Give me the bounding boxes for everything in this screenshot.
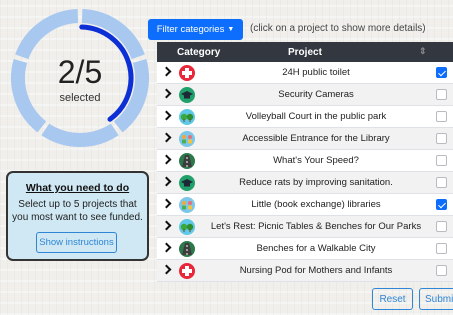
chevron-right-icon[interactable] — [161, 110, 172, 121]
chevron-right-icon[interactable] — [161, 198, 172, 209]
parks-trees-icon — [179, 109, 195, 125]
chevron-right-icon[interactable] — [161, 264, 172, 275]
instructions-title: What you need to do — [25, 182, 130, 194]
project-checkbox[interactable] — [436, 265, 447, 276]
table-row[interactable]: Let's Rest: Picnic Tables & Benches for … — [157, 216, 453, 238]
table-row[interactable]: What's Your Speed? — [157, 150, 453, 172]
project-name[interactable]: Reduce rats by improving sanitation. — [201, 177, 431, 188]
table-hint: (click on a project to show more details… — [250, 23, 426, 34]
filter-categories-button[interactable]: Filter categories ▼ — [148, 19, 243, 40]
project-name[interactable]: Volleyball Court in the public park — [201, 111, 431, 122]
health-cross-icon — [179, 263, 195, 279]
selection-label: selected — [59, 92, 101, 104]
instructions-text: Select up to 5 projects that you most wa… — [12, 199, 143, 223]
chevron-right-icon[interactable] — [161, 176, 172, 187]
project-name[interactable]: Let's Rest: Picnic Tables & Benches for … — [201, 221, 431, 232]
community-people-icon — [179, 197, 195, 213]
table-row[interactable]: Little (book exchange) libraries — [157, 194, 453, 216]
gauge-segment — [15, 9, 79, 60]
gauge-segment — [41, 123, 119, 147]
project-checkbox[interactable] — [436, 155, 447, 166]
chevron-right-icon[interactable] — [161, 66, 172, 77]
table-row[interactable]: Accessible Entrance for the Library — [157, 128, 453, 150]
chevron-right-icon[interactable] — [161, 154, 172, 165]
sort-icon[interactable]: ⇕ — [419, 46, 427, 57]
project-checkbox[interactable] — [436, 89, 447, 100]
project-name[interactable]: Security Cameras — [201, 89, 431, 100]
education-cap-icon — [179, 175, 195, 191]
column-header-project[interactable]: Project — [288, 47, 322, 58]
road-icon — [179, 153, 195, 169]
education-cap-icon — [179, 87, 195, 103]
project-name[interactable]: What's Your Speed? — [201, 155, 431, 166]
health-cross-icon — [179, 65, 195, 81]
project-checkbox[interactable] — [436, 177, 447, 188]
table-row[interactable]: Reduce rats by improving sanitation. — [157, 172, 453, 194]
table-body: 24H public toilet Security Cameras Volleyb… — [157, 62, 453, 282]
project-name[interactable]: Benches for a Walkable City — [201, 243, 431, 254]
project-name[interactable]: Accessible Entrance for the Library — [201, 133, 431, 144]
project-checkbox[interactable] — [436, 111, 447, 122]
filter-categories-label: Filter categories — [156, 24, 225, 35]
chevron-right-icon[interactable] — [161, 132, 172, 143]
table-header: Category Project ⇕ — [157, 42, 453, 62]
reset-button[interactable]: Reset — [372, 288, 413, 310]
project-name[interactable]: 24H public toilet — [201, 67, 431, 78]
project-name[interactable]: Nursing Pod for Mothers and Infants — [201, 265, 431, 276]
project-checkbox[interactable] — [436, 221, 447, 232]
instructions-panel: What you need to do Select up to 5 proje… — [6, 171, 149, 261]
table-row[interactable]: Nursing Pod for Mothers and Infants — [157, 260, 453, 282]
submit-button[interactable]: Submit — [419, 288, 453, 310]
project-checkbox[interactable] — [436, 199, 447, 210]
chevron-right-icon[interactable] — [161, 88, 172, 99]
column-header-category[interactable]: Category — [177, 47, 220, 58]
projects-table: Category Project ⇕ 24H public toilet Secu… — [157, 42, 453, 282]
show-instructions-button[interactable]: Show instructions — [36, 232, 117, 253]
project-checkbox[interactable] — [436, 133, 447, 144]
project-checkbox[interactable] — [436, 243, 447, 254]
table-row[interactable]: Volleyball Court in the public park — [157, 106, 453, 128]
table-row[interactable]: Benches for a Walkable City — [157, 238, 453, 260]
table-row[interactable]: 24H public toilet — [157, 62, 453, 84]
project-checkbox[interactable] — [436, 67, 447, 78]
road-icon — [179, 241, 195, 257]
community-people-icon — [179, 131, 195, 147]
chevron-right-icon[interactable] — [161, 242, 172, 253]
caret-down-icon: ▼ — [227, 26, 235, 33]
selection-count: 2/5 — [57, 54, 103, 90]
table-row[interactable]: Security Cameras — [157, 84, 453, 106]
project-name[interactable]: Little (book exchange) libraries — [201, 199, 431, 210]
parks-trees-icon — [179, 219, 195, 235]
chevron-right-icon[interactable] — [161, 220, 172, 231]
